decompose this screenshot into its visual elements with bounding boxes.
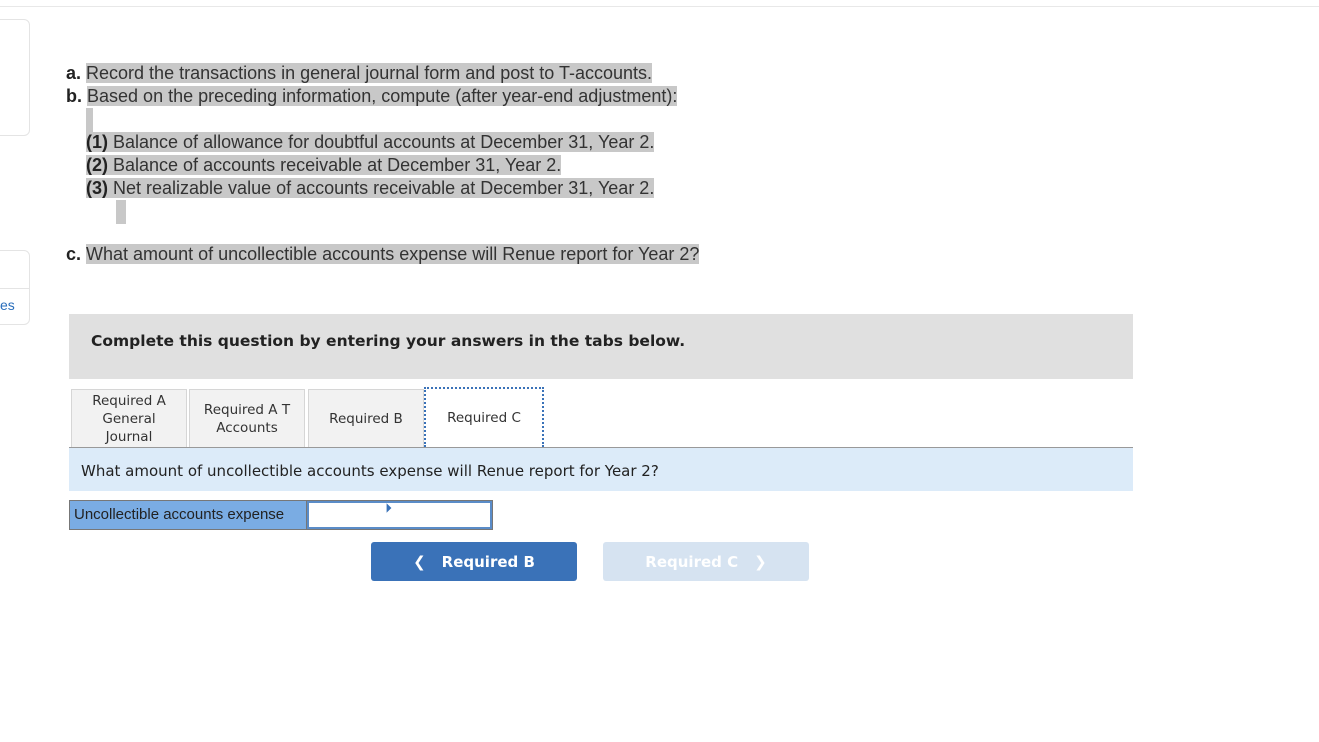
chevron-right-icon: ❯ xyxy=(754,552,767,571)
side-card: es xyxy=(0,250,30,325)
tab-required-b[interactable]: Required B xyxy=(308,389,424,447)
question-a: a. Record the transactions in general jo… xyxy=(66,63,653,83)
tab-required-a-t-accounts[interactable]: Required A T Accounts xyxy=(189,389,305,447)
top-divider xyxy=(0,6,1319,7)
side-link[interactable]: es xyxy=(0,297,15,313)
tab-required-a-general-journal[interactable]: Required A General Journal xyxy=(71,389,187,447)
question-b: b. Based on the preceding information, c… xyxy=(66,86,678,106)
chevron-left-icon: ❮ xyxy=(413,552,426,571)
prev-required-b-button[interactable]: ❮ Required B xyxy=(371,542,577,581)
tab-required-c[interactable]: Required C xyxy=(424,387,544,447)
question-b-3: (3) Net realizable value of accounts rec… xyxy=(86,178,655,198)
input-marker-icon xyxy=(386,503,392,513)
question-prompt: What amount of uncollectible accounts ex… xyxy=(69,448,1133,491)
question-b-2: (2) Balance of accounts receivable at De… xyxy=(86,155,562,175)
question-b-1: (1) Balance of allowance for doubtful ac… xyxy=(86,132,655,152)
answer-label: Uncollectible accounts expense xyxy=(70,501,307,529)
question-c: c. What amount of uncollectible accounts… xyxy=(66,244,700,264)
uncollectible-expense-input[interactable] xyxy=(307,501,492,529)
instruction-banner: Complete this question by entering your … xyxy=(69,314,1133,379)
side-card xyxy=(0,19,30,136)
answer-row: Uncollectible accounts expense xyxy=(69,500,493,530)
next-required-c-button[interactable]: Required C ❯ xyxy=(603,542,809,581)
